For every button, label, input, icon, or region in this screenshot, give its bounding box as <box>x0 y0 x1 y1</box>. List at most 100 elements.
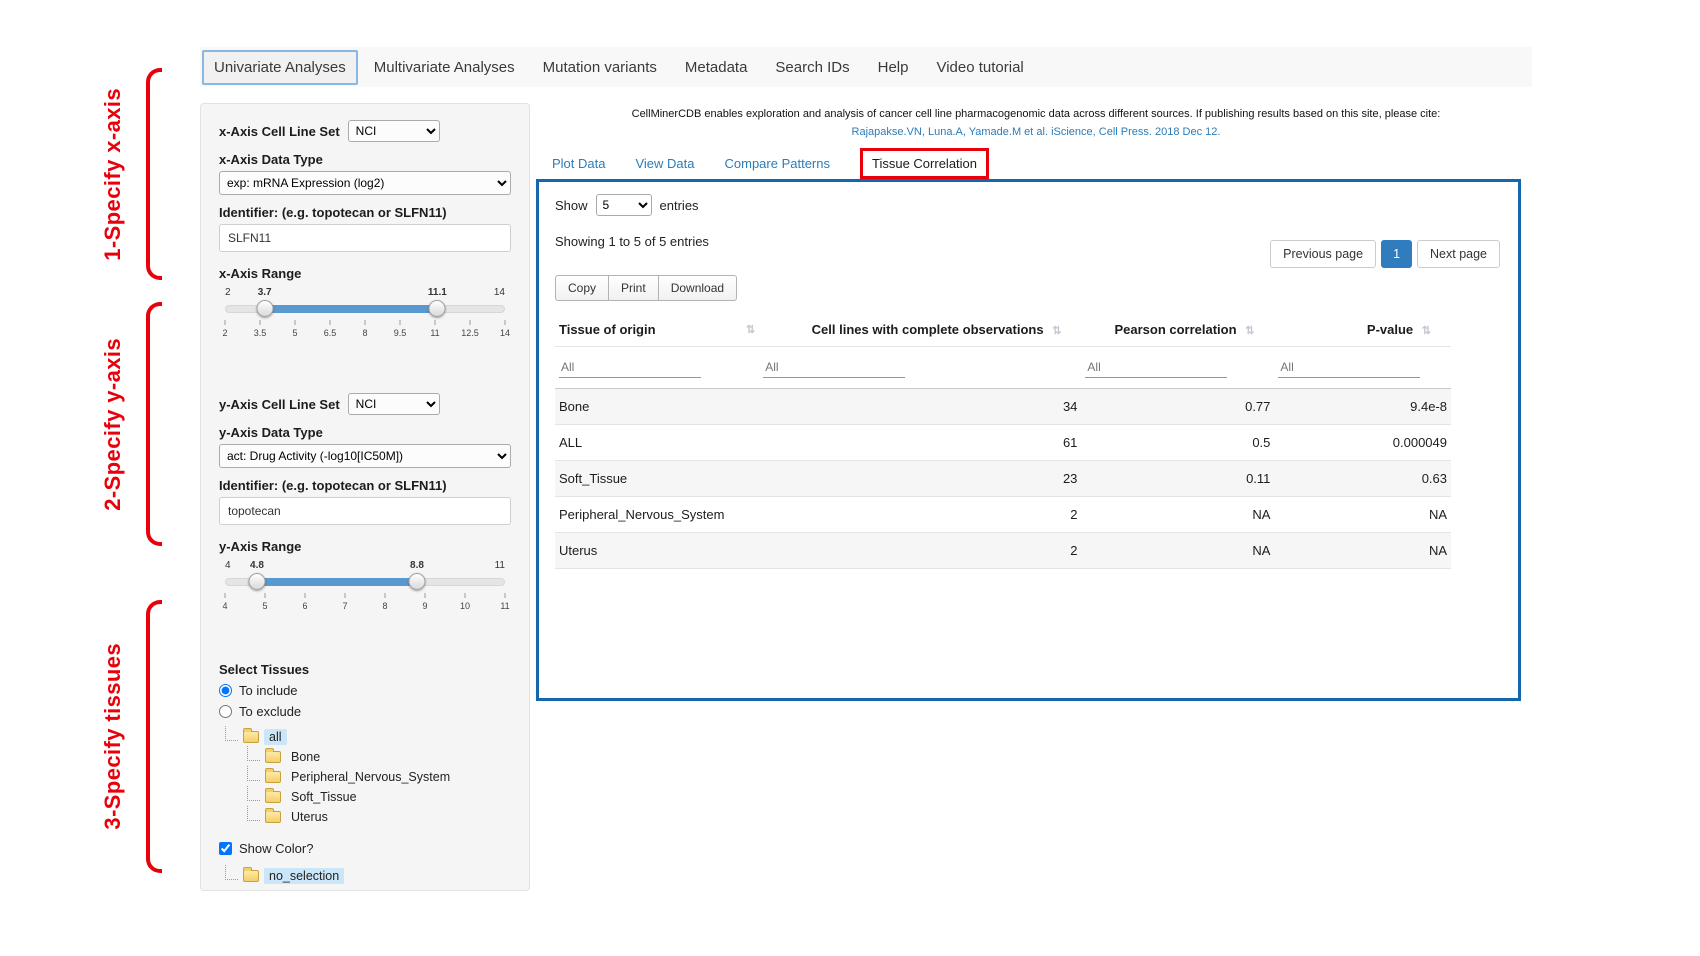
tree-node-label: Soft_Tissue <box>286 789 362 805</box>
tree-node-all[interactable]: all <box>221 729 511 745</box>
tab-univariate-analyses[interactable]: Univariate Analyses <box>202 50 358 85</box>
cell-pearson: 0.11 <box>1081 461 1274 497</box>
print-button[interactable]: Print <box>608 275 659 301</box>
tree-node-bone[interactable]: Bone <box>243 749 511 765</box>
folder-icon <box>243 870 259 882</box>
tree-node-no-selection[interactable]: no_selection <box>221 868 511 884</box>
cell-pvalue: 0.63 <box>1274 461 1451 497</box>
tab-help[interactable]: Help <box>866 50 921 85</box>
include-radio[interactable] <box>219 684 232 697</box>
tick-mark <box>345 593 346 598</box>
table-row[interactable]: Peripheral_Nervous_System 2 NA NA <box>555 497 1451 533</box>
cell-count: 23 <box>759 461 1081 497</box>
subtab-plot-data[interactable]: Plot Data <box>552 156 605 171</box>
tick-mark <box>435 320 436 325</box>
include-radio-label: To include <box>239 683 298 698</box>
tick-mark <box>505 320 506 325</box>
filter-p-value-input[interactable] <box>1278 357 1420 378</box>
x-identifier-input[interactable] <box>219 224 511 252</box>
sort-icon: ⇅ <box>1052 325 1061 337</box>
tree-node-soft-tissue[interactable]: Soft_Tissue <box>243 789 511 805</box>
citation-link[interactable]: Rajapakse.VN, Luna.A, Yamade.M et al. iS… <box>552 124 1520 142</box>
x-data-type-select[interactable]: exp: mRNA Expression (log2) <box>219 171 511 195</box>
annotation-bracket-2 <box>146 302 162 546</box>
subtab-tissue-correlation[interactable]: Tissue Correlation <box>860 148 989 179</box>
tab-multivariate-analyses[interactable]: Multivariate Analyses <box>362 50 527 85</box>
cell-pvalue: 0.000049 <box>1274 425 1451 461</box>
previous-page-button[interactable]: Previous page <box>1270 240 1376 268</box>
tree-connector <box>225 865 238 880</box>
cell-pearson: NA <box>1081 497 1274 533</box>
tick-label: 2 <box>222 328 227 338</box>
slider-handle-low[interactable] <box>256 300 273 317</box>
tick-mark <box>225 320 226 325</box>
y-range-low-value: 4.8 <box>250 560 264 571</box>
table-row[interactable]: Uterus 2 NA NA <box>555 533 1451 569</box>
x-range-label: x-Axis Range <box>219 266 511 281</box>
pagination: Previous page 1 Next page <box>1270 240 1500 268</box>
x-range-min-label: 2 <box>225 287 231 298</box>
tick-mark <box>225 593 226 598</box>
tick-label: 9 <box>422 601 427 611</box>
y-identifier-input[interactable] <box>219 497 511 525</box>
slider-handle-low[interactable] <box>249 573 266 590</box>
cell-tissue: Soft_Tissue <box>555 461 759 497</box>
filter-pearson-input[interactable] <box>1085 357 1227 378</box>
next-page-button[interactable]: Next page <box>1417 240 1500 268</box>
tick-label: 4 <box>222 601 227 611</box>
page-1-button[interactable]: 1 <box>1381 240 1412 268</box>
slider-handle-high[interactable] <box>409 573 426 590</box>
tree-node-no-selection-label: no_selection <box>264 868 344 884</box>
citation-text: CellMinerCDB enables exploration and ana… <box>552 106 1520 124</box>
sort-icon: ⇅ <box>746 323 755 336</box>
x-range-high-value: 11.1 <box>428 287 447 298</box>
tick-mark <box>365 320 366 325</box>
tab-metadata[interactable]: Metadata <box>673 50 760 85</box>
tick-mark <box>295 320 296 325</box>
tree-connector <box>247 766 260 781</box>
tick-mark <box>470 320 471 325</box>
cell-count: 2 <box>759 533 1081 569</box>
tick-mark <box>305 593 306 598</box>
header-cell-lines[interactable]: Cell lines with complete observations ⇅ <box>759 313 1081 347</box>
tree-connector <box>247 746 260 761</box>
table-filter-row <box>555 347 1451 389</box>
tree-connector <box>225 726 238 741</box>
y-data-type-select[interactable]: act: Drug Activity (-log10[IC50M]) <box>219 444 511 468</box>
tree-connector <box>247 786 260 801</box>
cell-count: 2 <box>759 497 1081 533</box>
tree-node-peripheral-nervous-system[interactable]: Peripheral_Nervous_System <box>243 769 511 785</box>
tab-mutation-variants[interactable]: Mutation variants <box>531 50 669 85</box>
x-range-slider: 2 14 3.7 11.1 23.556.589.51112.514 <box>225 287 505 347</box>
page-length-select[interactable]: 5 <box>596 194 652 216</box>
x-cell-line-set-select[interactable]: NCI <box>348 120 440 142</box>
slider-handle-high[interactable] <box>429 300 446 317</box>
subtab-compare-patterns[interactable]: Compare Patterns <box>725 156 831 171</box>
header-p-value[interactable]: P-value ⇅ <box>1274 313 1451 347</box>
x-identifier-label: Identifier: (e.g. topotecan or SLFN11) <box>219 205 511 220</box>
header-tissue-of-origin[interactable]: Tissue of origin ⇅ <box>555 313 759 347</box>
header-pearson-correlation[interactable]: Pearson correlation ⇅ <box>1081 313 1274 347</box>
entries-label: entries <box>660 198 699 213</box>
tick-label: 8 <box>382 601 387 611</box>
tab-video-tutorial[interactable]: Video tutorial <box>924 50 1035 85</box>
copy-button[interactable]: Copy <box>555 275 609 301</box>
table-row[interactable]: Bone 34 0.77 9.4e-8 <box>555 389 1451 425</box>
download-button[interactable]: Download <box>658 275 737 301</box>
filter-cell-lines-input[interactable] <box>763 357 905 378</box>
subtab-view-data[interactable]: View Data <box>635 156 694 171</box>
y-range-max-label: 11 <box>495 560 505 571</box>
tree-node-uterus[interactable]: Uterus <box>243 809 511 825</box>
filter-tissue-input[interactable] <box>559 357 701 378</box>
exclude-radio[interactable] <box>219 705 232 718</box>
show-color-checkbox[interactable] <box>219 842 232 855</box>
y-cell-line-set-select[interactable]: NCI <box>348 393 440 415</box>
y-slider-ticks: 4567891011 <box>225 591 505 617</box>
table-row[interactable]: ALL 61 0.5 0.000049 <box>555 425 1451 461</box>
x-range-low-value: 3.7 <box>258 287 272 298</box>
sort-icon: ⇅ <box>1245 325 1254 337</box>
tab-search-ids[interactable]: Search IDs <box>763 50 861 85</box>
citation-block: CellMinerCDB enables exploration and ana… <box>552 106 1520 141</box>
tick-mark <box>265 593 266 598</box>
table-row[interactable]: Soft_Tissue 23 0.11 0.63 <box>555 461 1451 497</box>
